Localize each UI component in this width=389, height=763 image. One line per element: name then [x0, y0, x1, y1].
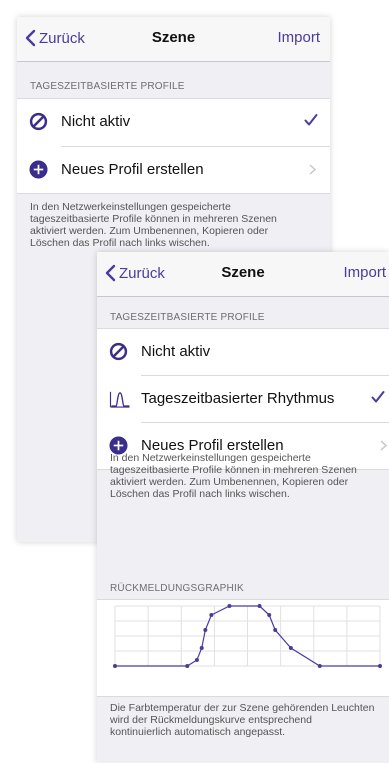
chart-data-point [194, 658, 199, 662]
chart-data-point [267, 613, 272, 617]
footer-line: In den Netzwerkeinstellungen gespeichert… [30, 201, 231, 213]
chart-data-point [199, 646, 204, 650]
section-header-chart: RÜCKMELDUNGSGRAPHIK [110, 583, 244, 594]
chart-footer-note: Die Farbtemperatur der zur Szene gehören… [110, 702, 379, 738]
chevron-right-icon [380, 440, 387, 451]
feedback-chart-panel [97, 599, 389, 697]
navigation-bar: Zurück Szene Import [97, 252, 389, 297]
chart-data-point [203, 628, 208, 632]
chart-data-point [113, 664, 117, 668]
import-button[interactable]: Import [343, 264, 386, 281]
profile-label: Nicht aktiv [61, 113, 131, 130]
chart-data-point [273, 628, 278, 632]
footer-line: Löschen das Profil nach links wischen. [30, 237, 210, 249]
profile-row-rhythm[interactable]: Tageszeitbasierter Rhythmus [97, 376, 389, 421]
checkmark-icon [304, 114, 318, 126]
footer-line: Die Farbtemperatur der zur Szene gehören… [110, 702, 375, 714]
add-circle-icon [29, 160, 48, 179]
footer-line: wird der Rückmeldungskurve entsprechend [110, 714, 312, 726]
chart-data-point [378, 664, 382, 668]
disabled-icon [29, 112, 48, 131]
footer-line: tageszeitbasierte Profile können in mehr… [110, 464, 357, 476]
scene-screen-front: Zurück Szene Import TAGESZEITBASIERTE PR… [97, 252, 389, 763]
import-button[interactable]: Import [277, 29, 320, 46]
profiles-list: Nicht aktiv Neues Profil erstellen [17, 98, 330, 194]
chart-data-point [288, 646, 293, 650]
footer-line: In den Netzwerkeinstellungen gespeichert… [110, 452, 311, 464]
chevron-right-icon [309, 164, 316, 175]
profiles-list: Nicht aktiv Tageszeitbasierter Rhythmus … [97, 328, 389, 470]
footer-line: aktiviert werden. Zum Umbenennen, Kopier… [30, 225, 269, 237]
disabled-icon [109, 342, 128, 361]
profiles-footer-note: In den Netzwerkeinstellungen gespeichert… [30, 201, 320, 249]
profile-row-new[interactable]: Neues Profil erstellen [17, 147, 330, 192]
section-header-profiles: TAGESZEITBASIERTE PROFILE [110, 312, 265, 323]
section-header-profiles: TAGESZEITBASIERTE PROFILE [30, 81, 185, 92]
rhythm-curve-icon [109, 391, 130, 408]
footer-line: tageszeitbasierte Profile können in mehr… [30, 213, 277, 225]
profiles-footer-note: In den Netzwerkeinstellungen gespeichert… [110, 452, 379, 500]
profile-row-inactive[interactable]: Nicht aktiv [97, 329, 389, 374]
footer-line: Löschen das Profil nach links wischen. [110, 488, 290, 500]
checkmark-icon [371, 391, 385, 403]
profile-label: Tageszeitbasierter Rhythmus [141, 390, 335, 407]
chart-data-point [257, 604, 262, 608]
profile-label: Neues Profil erstellen [61, 161, 204, 178]
footer-line: kontinuierlich automatisch angepasst. [110, 726, 286, 738]
profile-label: Nicht aktiv [141, 343, 211, 360]
chart-data-point [227, 604, 232, 608]
chart-data-point [209, 613, 214, 617]
profile-row-inactive[interactable]: Nicht aktiv [17, 99, 330, 144]
chart-data-point [317, 664, 322, 668]
chart-data-point [185, 664, 190, 668]
feedback-chart [113, 604, 382, 668]
navigation-bar: Zurück Szene Import [17, 17, 330, 62]
footer-line: aktiviert werden. Zum Umbenennen, Kopier… [110, 476, 349, 488]
